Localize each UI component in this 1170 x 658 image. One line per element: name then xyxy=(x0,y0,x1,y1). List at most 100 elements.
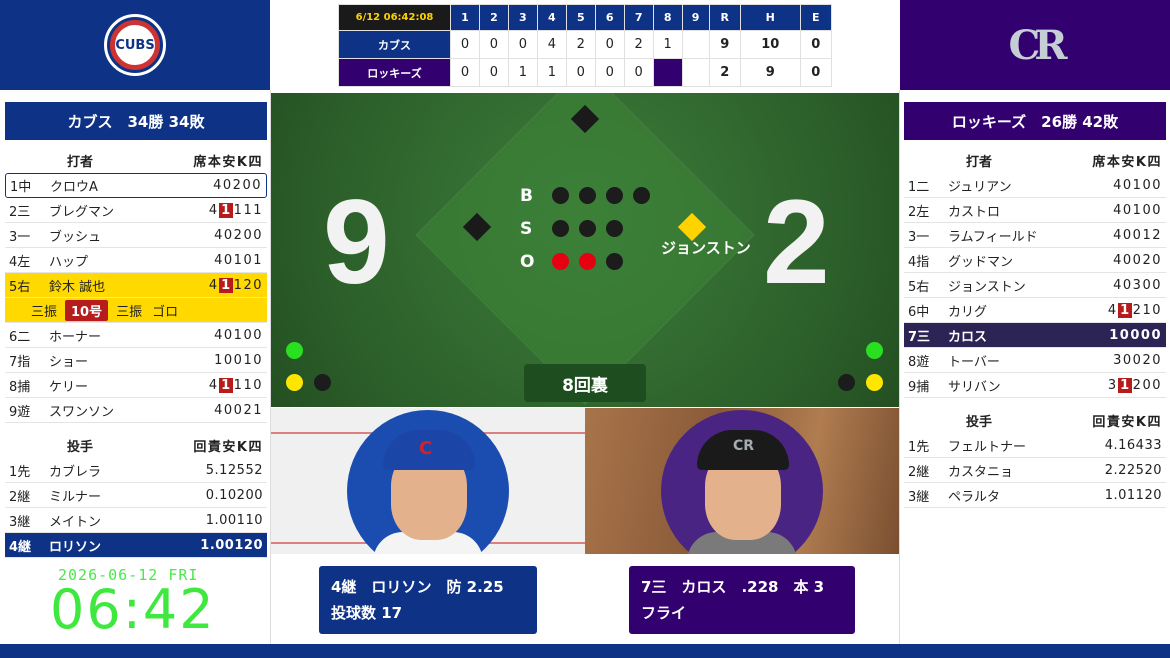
pitcher-name: ペラルタ xyxy=(948,489,1001,505)
out-label: O xyxy=(520,252,535,272)
at-bat-result: ゴロ xyxy=(152,304,179,320)
linescore-cell: 0 xyxy=(450,30,480,59)
batter-row[interactable]: 8遊 トーバー 30020 xyxy=(904,348,1166,373)
stat-at-bats: 4 xyxy=(1107,302,1118,318)
pitcher-row[interactable]: 1先 カブレラ 5.12552 xyxy=(5,458,267,483)
at-bat-result: 三振 xyxy=(31,304,58,320)
pitcher-row[interactable]: 2継 ミルナー 0.10200 xyxy=(5,483,267,508)
home-score: 9 xyxy=(323,175,390,309)
batter-stats: 40100 xyxy=(1113,177,1162,193)
rockies-logo: CR xyxy=(1008,21,1067,69)
batter-row[interactable]: 2三 ブレグマン 4 1 111 xyxy=(5,198,267,223)
batter-position: 4指 xyxy=(908,254,930,270)
batter-row[interactable]: 9捕 サリバン 3 1 200 xyxy=(904,373,1166,398)
pitcher-stats: 1.00120 xyxy=(200,537,263,553)
batter-row[interactable]: 5右 ジョンストン 40300 xyxy=(904,273,1166,298)
stat-home-run-badge: 1 xyxy=(1117,377,1132,393)
batter-row[interactable]: 8捕 ケリー 4 1 110 xyxy=(5,373,267,398)
batter-position: 3一 xyxy=(908,229,930,245)
cap-logo-icon: CR xyxy=(733,438,755,454)
strike-label: S xyxy=(520,219,533,239)
stat-rest: 120 xyxy=(233,277,263,293)
strike-dot xyxy=(552,220,569,237)
batter-position: 4左 xyxy=(9,254,31,270)
batter-position: 2三 xyxy=(9,204,31,220)
pitcher-name: カスタニョ xyxy=(948,464,1014,480)
stat-home-run-badge: 1 xyxy=(218,377,233,393)
batter-header-row: 打者 席本安K四 xyxy=(904,148,1166,173)
batter-position: 3一 xyxy=(9,229,31,245)
batter-avatar: CR xyxy=(661,410,823,554)
batter-row[interactable]: 3一 ブッシュ 40200 xyxy=(5,223,267,248)
batter-row[interactable]: 1二 ジュリアン 40100 xyxy=(904,173,1166,198)
batter-header-label: 打者 xyxy=(966,155,993,170)
linescore-cell: 0 xyxy=(450,58,480,87)
batter-stats: 40200 xyxy=(213,178,262,193)
pitcher-header-row: 投手 回責安K四 xyxy=(5,433,267,458)
linescore-table: 6/12 06:42:08 1 2 3 4 5 6 7 8 9 R H E カブ… xyxy=(338,4,833,87)
linescore-cell: 1 xyxy=(652,30,683,59)
inning-header: 9 xyxy=(681,4,710,31)
linescore-row-away: ロッキーズ 0 0 1 1 0 0 0 2 9 0 xyxy=(338,58,833,87)
batter-row[interactable]: 2左 カストロ 40100 xyxy=(904,198,1166,223)
batter-name: ブッシュ xyxy=(49,229,102,245)
batter-position: 2左 xyxy=(908,204,930,220)
pitcher-stats: 0.10200 xyxy=(205,487,263,503)
batter-row[interactable]: 6二 ホーナー 40100 xyxy=(5,323,267,348)
linescore-header-row: 6/12 06:42:08 1 2 3 4 5 6 7 8 9 R H E xyxy=(338,4,833,31)
batter-row-highlighted[interactable]: 5右 鈴木 誠也 4 1 120 xyxy=(5,273,267,298)
out-dot-lit xyxy=(579,253,596,270)
pitcher-row-current[interactable]: 4継 ロリソン 1.00120 xyxy=(5,533,267,558)
runner-on-first: ジョンストン xyxy=(661,239,751,257)
away-score: 2 xyxy=(763,175,830,309)
batter-stats: 40012 xyxy=(1113,227,1162,243)
batter-row[interactable]: 1中 クロウA 40200 xyxy=(5,173,267,198)
batter-name: スワンソン xyxy=(49,404,115,420)
home-team-record: カブス 34勝 34敗 xyxy=(5,102,267,140)
linescore-cell: 0 xyxy=(594,30,625,59)
stat-at-bats: 3 xyxy=(1107,377,1118,393)
batter-stats: 40300 xyxy=(1113,277,1162,293)
stat-at-bats: 4 xyxy=(208,277,219,293)
cap-logo-icon: C xyxy=(419,438,433,459)
batter-row[interactable]: 6中 カリグ 4 1 210 xyxy=(904,298,1166,323)
at-bat-results-row: 三振 10号 三振 ゴロ xyxy=(5,298,267,323)
pitcher-header-row: 投手 回責安K四 xyxy=(904,408,1166,433)
batter-row[interactable]: 9遊 スワンソン 40021 xyxy=(5,398,267,423)
inning-header: 1 xyxy=(450,4,480,31)
batter-name: ラムフィールド xyxy=(948,229,1038,245)
inning-header: 2 xyxy=(478,4,509,31)
pitcher-header-stats: 回責安K四 xyxy=(1092,415,1162,430)
batter-position: 1二 xyxy=(908,179,930,195)
pitcher-row[interactable]: 3継 メイトン 1.00110 xyxy=(5,508,267,533)
pitcher-header-label: 投手 xyxy=(67,440,94,455)
runs-header: R xyxy=(708,4,741,31)
indicator-dot xyxy=(866,374,883,391)
pitcher-row[interactable]: 1先 フェルトナー 4.16433 xyxy=(904,433,1166,458)
pitcher-info-line2: 投球数 17 xyxy=(331,604,403,622)
batter-header-label: 打者 xyxy=(67,155,94,170)
stat-home-run-badge: 1 xyxy=(1117,302,1132,318)
batter-name: ショー xyxy=(49,354,89,370)
batter-row-current[interactable]: 7三 カロス 10000 xyxy=(904,323,1166,348)
batter-row[interactable]: 4左 ハップ 40101 xyxy=(5,248,267,273)
linescore-cell: 1 xyxy=(536,58,567,87)
batter-row[interactable]: 4指 グッドマン 40020 xyxy=(904,248,1166,273)
cap: C xyxy=(383,430,475,470)
away-team-logo-panel: CR xyxy=(900,0,1170,90)
batter-position: 7指 xyxy=(9,354,31,370)
batter-position: 7三 xyxy=(908,329,931,345)
indicator-dot xyxy=(286,342,303,359)
batter-position: 1中 xyxy=(10,180,32,195)
pitcher-row[interactable]: 2継 カスタニョ 2.22520 xyxy=(904,458,1166,483)
batter-row[interactable]: 3一 ラムフィールド 40012 xyxy=(904,223,1166,248)
batter-stats: 10000 xyxy=(1109,327,1162,343)
batter-row[interactable]: 7指 ショー 10010 xyxy=(5,348,267,373)
linescore-cell: 0 xyxy=(623,58,654,87)
linescore-cell xyxy=(681,30,710,59)
stat-rest: 110 xyxy=(233,377,263,393)
pitcher-name: フェルトナー xyxy=(948,439,1027,455)
batter-stats: 40101 xyxy=(214,252,263,268)
cubs-logo: CUBS xyxy=(104,14,166,76)
pitcher-row[interactable]: 3継 ペラルタ 1.01120 xyxy=(904,483,1166,508)
